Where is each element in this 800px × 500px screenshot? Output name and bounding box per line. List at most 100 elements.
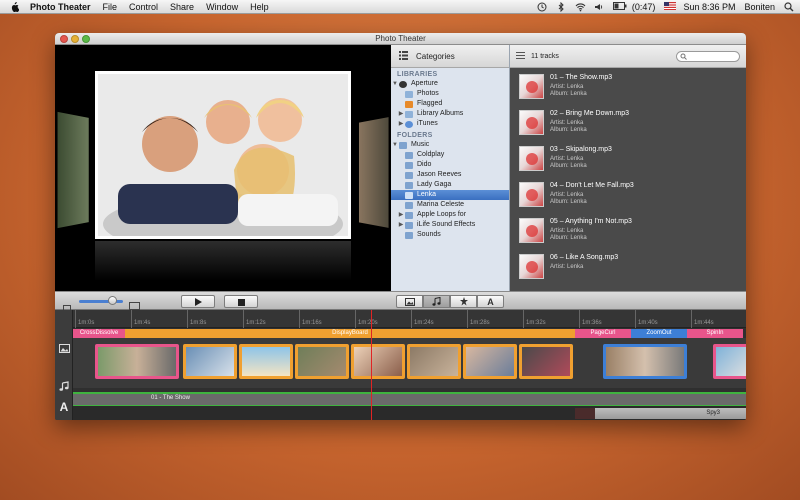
spotlight-icon[interactable] <box>784 2 794 12</box>
folder-item-dido[interactable]: Dido <box>391 160 509 170</box>
folder-item-jason-reeves[interactable]: Jason Reeves <box>391 170 509 180</box>
photos-icon <box>405 90 413 98</box>
folder-item-sounds[interactable]: Sounds <box>391 230 509 240</box>
menu-clock[interactable]: Sun 8:36 PM <box>683 2 735 12</box>
timeline-ruler[interactable]: 1m:0s 1m:4s 1m:8s 1m:12s 1m:16s 1m:20s 1… <box>73 310 746 328</box>
time-tick: 1m:12s <box>243 310 266 328</box>
zoom-window-button[interactable] <box>82 35 90 43</box>
menu-app-name[interactable]: Photo Theater <box>30 2 91 12</box>
folder-item-coldplay[interactable]: Coldplay <box>391 150 509 160</box>
photo-clip[interactable] <box>239 344 293 379</box>
track-row[interactable]: 06 – Like A Song.mp3 Artist: Lenka <box>510 248 746 284</box>
disclosure-closed-icon[interactable]: ▶ <box>397 109 405 119</box>
folder-item-label: Apple Loops for <box>417 211 467 218</box>
library-item-photos[interactable]: Photos <box>391 89 509 99</box>
menu-user[interactable]: Boniten <box>744 2 775 12</box>
timeline[interactable]: A 1m:0s 1m:4s 1m:8s 1m:12s 1m:16s 1m:20s… <box>55 310 746 420</box>
track-search-input[interactable] <box>676 51 740 62</box>
transition-crossdissolve[interactable]: CrossDissolve <box>73 329 125 338</box>
track-row[interactable]: 01 – The Show.mp3 Artist: Lenka Album: Len… <box>510 68 746 104</box>
photo-track <box>73 338 746 388</box>
battery-icon[interactable] <box>612 2 627 12</box>
photo-clip[interactable] <box>183 344 237 379</box>
bluetooth-icon[interactable] <box>556 1 566 13</box>
library-item-flagged[interactable]: Flagged <box>391 99 509 109</box>
folder-item-ilife-sound-effects[interactable]: ▶ iLife Sound Effects <box>391 220 509 230</box>
disclosure-closed-icon[interactable]: ▶ <box>397 119 405 129</box>
library-item-aperture[interactable]: ▼ Aperture <box>391 79 509 89</box>
playhead[interactable] <box>371 310 372 420</box>
time-machine-icon[interactable] <box>537 2 547 12</box>
window-titlebar[interactable]: Photo Theater <box>55 33 746 45</box>
photo-clip[interactable] <box>603 344 687 379</box>
apple-icon[interactable] <box>10 1 20 12</box>
transition-spinin[interactable]: SpinIn <box>687 329 743 338</box>
search-icon <box>680 53 687 64</box>
folder-item-label: Coldplay <box>417 151 445 158</box>
photo-reflection <box>95 241 351 281</box>
folder-item-lenka[interactable]: Lenka <box>391 190 509 200</box>
time-tick: 1m:44s <box>691 310 714 328</box>
transition-displayboard[interactable]: DisplayBoard <box>125 329 575 338</box>
photo-clip[interactable] <box>713 344 746 379</box>
control-bar: A <box>55 291 746 311</box>
disclosure-closed-icon[interactable]: ▶ <box>397 210 405 220</box>
disclosure-open-icon[interactable]: ▼ <box>391 140 399 150</box>
photo-clip[interactable] <box>463 344 517 379</box>
album-cover <box>519 182 544 207</box>
folder-item-label: Lady Gaga <box>417 181 452 188</box>
library-item-library-albums[interactable]: ▶ Library Albums <box>391 109 509 119</box>
timeline-track-icons: A <box>55 310 73 420</box>
track-title: 03 – Skipalong.mp3 <box>550 146 612 153</box>
text-track-icon: A <box>59 400 69 414</box>
volume-icon[interactable] <box>594 2 604 12</box>
slideshow-preview[interactable] <box>55 45 391 291</box>
tab-transitions-button[interactable] <box>450 295 477 308</box>
transition-zoomout[interactable]: ZoomOut <box>631 329 687 338</box>
menu-help[interactable]: Help <box>250 2 269 12</box>
library-item-label: Photos <box>417 90 439 97</box>
wifi-icon[interactable] <box>575 2 586 12</box>
menu-file[interactable]: File <box>103 2 118 12</box>
transition-pagecurl[interactable]: PageCurl <box>575 329 631 338</box>
stop-button[interactable] <box>224 295 258 308</box>
folder-item-apple-loops[interactable]: ▶ Apple Loops for <box>391 210 509 220</box>
track-row[interactable]: 03 – Skipalong.mp3 Artist: Lenka Album: Le… <box>510 140 746 176</box>
disclosure-open-icon[interactable]: ▼ <box>391 79 399 89</box>
tab-music-button[interactable] <box>423 295 450 308</box>
text-icon: A <box>487 296 494 307</box>
play-button[interactable] <box>181 295 215 308</box>
audio-track[interactable]: 01 - The Show <box>73 392 746 405</box>
minimize-window-button[interactable] <box>71 35 79 43</box>
disclosure-closed-icon[interactable]: ▶ <box>397 220 405 230</box>
folder-item-marina-celeste[interactable]: Marina Celeste <box>391 200 509 210</box>
folder-item-lady-gaga[interactable]: Lady Gaga <box>391 180 509 190</box>
zoom-slider-knob[interactable] <box>108 296 117 305</box>
menu-control[interactable]: Control <box>129 2 158 12</box>
album-cover <box>519 218 544 243</box>
photo-clip[interactable] <box>407 344 461 379</box>
track-row[interactable]: 05 – Anything I'm Not.mp3 Artist: Lenka Al… <box>510 212 746 248</box>
menu-share[interactable]: Share <box>170 2 194 12</box>
folder-item-label: Sounds <box>417 231 441 238</box>
tab-photos-button[interactable] <box>396 295 423 308</box>
categories-label: Categories <box>416 51 455 61</box>
categories-header[interactable]: Categories <box>391 45 509 68</box>
track-row[interactable]: 04 – Don't Let Me Fall.mp3 Artist: Lenka A… <box>510 176 746 212</box>
us-flag-icon[interactable] <box>664 2 677 12</box>
photo-clip[interactable] <box>351 344 405 379</box>
folder-item-music[interactable]: ▼ Music <box>391 140 509 150</box>
photo-clip[interactable] <box>519 344 573 379</box>
photo-clip[interactable] <box>295 344 349 379</box>
library-item-label: Aperture <box>411 80 438 87</box>
text-clip-thumbnail <box>575 408 595 419</box>
menu-window[interactable]: Window <box>206 2 238 12</box>
close-window-button[interactable] <box>60 35 68 43</box>
library-item-label: iTunes <box>417 120 438 127</box>
library-item-itunes[interactable]: ▶ iTunes <box>391 119 509 129</box>
track-row[interactable]: 02 – Bring Me Down.mp3 Artist: Lenka Album… <box>510 104 746 140</box>
photo-clip[interactable] <box>95 344 179 379</box>
tab-text-button[interactable]: A <box>477 295 504 308</box>
text-clip[interactable]: Spy3 <box>575 408 746 419</box>
time-tick: 1m:24s <box>411 310 434 328</box>
